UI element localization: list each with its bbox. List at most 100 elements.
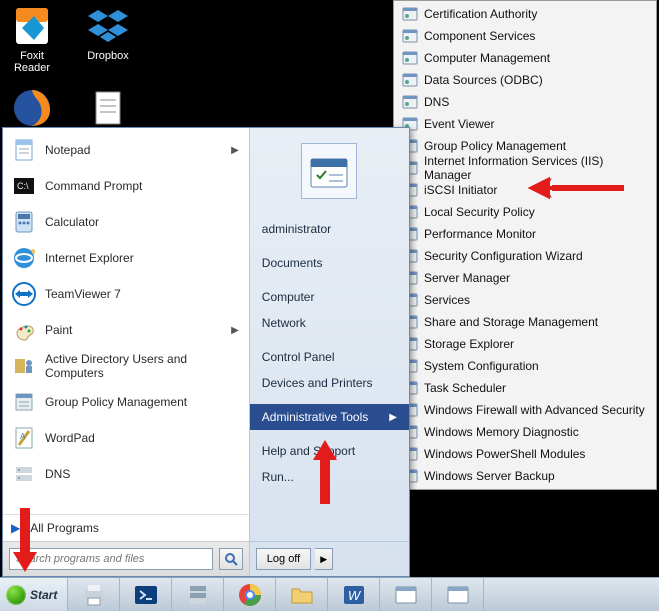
folder-icon — [289, 582, 315, 608]
program-item-notepad[interactable]: Notepad ▶ — [5, 132, 247, 168]
right-item-control-panel[interactable]: Control Panel — [250, 344, 409, 370]
program-item-gpm[interactable]: Group Policy Management — [5, 384, 247, 420]
all-programs-label: All Programs — [30, 521, 99, 535]
admin-tool-certification-authority[interactable]: Certification Authority — [396, 3, 654, 25]
taskbar-item-explorer[interactable] — [68, 578, 120, 611]
admin-tool-security-configuration-wizard[interactable]: Security Configuration Wizard — [396, 245, 654, 267]
program-label: Notepad — [45, 143, 90, 157]
user-name-link[interactable]: administrator — [250, 216, 409, 242]
start-menu-left-pane: Notepad ▶C:\ Command Prompt Calculator I… — [3, 128, 249, 576]
search-row — [3, 541, 249, 576]
taskbar-item-folder[interactable] — [276, 578, 328, 611]
program-item-teamviewer[interactable]: TeamViewer 7 — [5, 276, 247, 312]
admin-tool-windows-powershell-modules[interactable]: Windows PowerShell Modules — [396, 443, 654, 465]
dns-icon — [11, 461, 37, 487]
triangle-right-icon: ▶ — [11, 521, 20, 535]
magnifier-icon — [224, 552, 238, 566]
admin-tool-windows-firewall-with-advanced-security[interactable]: Windows Firewall with Advanced Security — [396, 399, 654, 421]
taskbar-item-word[interactable]: W — [328, 578, 380, 611]
chevron-right-icon: ▶ — [389, 412, 397, 423]
right-item-label: Computer — [262, 290, 315, 304]
all-programs-button[interactable]: ▶ All Programs — [3, 514, 249, 541]
right-item-documents[interactable]: Documents — [250, 250, 409, 276]
right-item-label: Documents — [262, 256, 323, 270]
aduc-icon — [11, 353, 37, 379]
right-item-administrative-tools[interactable]: Administrative Tools▶ — [250, 404, 409, 430]
program-label: Calculator — [45, 215, 99, 229]
admin-tool-windows-server-backup[interactable]: Windows Server Backup — [396, 465, 654, 487]
program-item-calc[interactable]: Calculator — [5, 204, 247, 240]
cmd-icon: C:\ — [11, 173, 37, 199]
right-item-run-[interactable]: Run... — [250, 464, 409, 490]
desktop-icon-label: Dropbox — [78, 50, 138, 62]
admin-tool-computer-management[interactable]: Computer Management — [396, 47, 654, 69]
user-picture[interactable] — [301, 143, 357, 199]
logoff-row: Log off ▶ — [250, 541, 409, 576]
taskbar-item-window[interactable] — [380, 578, 432, 611]
foxit-reader-icon — [10, 4, 54, 48]
firefox-icon — [10, 86, 54, 130]
admin-tools-submenu: Certification AuthorityComponent Service… — [393, 0, 657, 490]
program-item-aduc[interactable]: Active Directory Users and Computers — [5, 348, 247, 384]
word-icon: W — [341, 582, 367, 608]
admin-tool-label: Windows Server Backup — [424, 469, 555, 483]
right-item-network[interactable]: Network — [250, 310, 409, 336]
program-label: DNS — [45, 467, 70, 481]
start-button[interactable]: Start — [0, 578, 68, 611]
admin-tool-local-security-policy[interactable]: Local Security Policy — [396, 201, 654, 223]
taskbar-item-window-2[interactable] — [432, 578, 484, 611]
program-label: Command Prompt — [45, 179, 142, 193]
admin-tool-server-manager[interactable]: Server Manager — [396, 267, 654, 289]
dropbox-icon — [86, 4, 130, 48]
program-item-dns[interactable]: DNS — [5, 456, 247, 492]
taskbar-item-chrome[interactable] — [224, 578, 276, 611]
calc-icon — [11, 209, 37, 235]
logoff-button[interactable]: Log off — [256, 548, 311, 570]
program-label: Active Directory Users and Computers — [45, 352, 241, 380]
program-item-paint[interactable]: Paint ▶ — [5, 312, 247, 348]
admin-tool-windows-memory-diagnostic[interactable]: Windows Memory Diagnostic — [396, 421, 654, 443]
search-button[interactable] — [219, 548, 243, 570]
admin-tool-label: Local Security Policy — [424, 205, 535, 219]
admin-tool-label: Windows Firewall with Advanced Security — [424, 403, 645, 417]
admin-tool-label: Windows PowerShell Modules — [424, 447, 585, 461]
search-input[interactable] — [9, 548, 213, 570]
ie-icon — [11, 245, 37, 271]
right-item-computer[interactable]: Computer — [250, 284, 409, 310]
chrome-icon — [237, 582, 263, 608]
admin-tool-task-scheduler[interactable]: Task Scheduler — [396, 377, 654, 399]
admin-tool-dns[interactable]: DNS — [396, 91, 654, 113]
admin-tool-storage-explorer[interactable]: Storage Explorer — [396, 333, 654, 355]
admin-tool-performance-monitor[interactable]: Performance Monitor — [396, 223, 654, 245]
taskbar-item-powershell[interactable] — [120, 578, 172, 611]
gpm-icon — [11, 389, 37, 415]
admin-tool-label: System Configuration — [424, 359, 539, 373]
admin-tool-system-configuration[interactable]: System Configuration — [396, 355, 654, 377]
logoff-split-button[interactable]: ▶ — [315, 548, 333, 570]
admin-tool-iscsi-initiator[interactable]: iSCSI Initiator — [396, 179, 654, 201]
right-item-help-and-support[interactable]: Help and Support — [250, 438, 409, 464]
desktop-icon-foxit[interactable]: Foxit Reader — [2, 4, 62, 74]
admin-tool-event-viewer[interactable]: Event Viewer — [396, 113, 654, 135]
right-item-label: Help and Support — [262, 444, 355, 458]
svg-text:A: A — [20, 432, 26, 441]
admin-tool-label: Performance Monitor — [424, 227, 536, 241]
program-item-ie[interactable]: Internet Explorer — [5, 240, 247, 276]
program-item-cmd[interactable]: C:\ Command Prompt — [5, 168, 247, 204]
desktop-icon-dropbox[interactable]: Dropbox — [78, 4, 138, 62]
admin-tool-services[interactable]: Services — [396, 289, 654, 311]
start-menu: Notepad ▶C:\ Command Prompt Calculator I… — [2, 127, 410, 577]
checklist-icon — [307, 151, 351, 191]
taskbar-item-server-manager[interactable] — [172, 578, 224, 611]
program-item-wordpad[interactable]: A WordPad — [5, 420, 247, 456]
admin-tool-label: Windows Memory Diagnostic — [424, 425, 579, 439]
admin-tool-component-services[interactable]: Component Services — [396, 25, 654, 47]
right-item-devices-and-printers[interactable]: Devices and Printers — [250, 370, 409, 396]
desktop-icon-document[interactable] — [78, 86, 138, 130]
printer-icon — [81, 582, 107, 608]
admin-tool-internet-information-services-iis-manager[interactable]: Internet Information Services (IIS) Mana… — [396, 157, 654, 179]
desktop-icon-firefox[interactable] — [2, 86, 62, 130]
program-label: Group Policy Management — [45, 395, 187, 409]
admin-tool-data-sources-odbc-[interactable]: Data Sources (ODBC) — [396, 69, 654, 91]
admin-tool-share-and-storage-management[interactable]: Share and Storage Management — [396, 311, 654, 333]
